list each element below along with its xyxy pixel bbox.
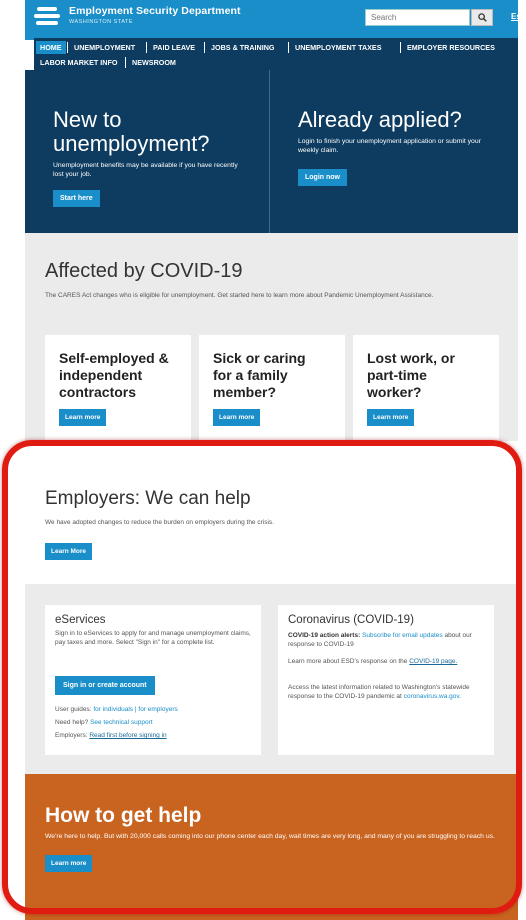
card-title-line: Sick or caring — [213, 350, 306, 366]
card-title-line: member? — [213, 384, 277, 400]
hero-title-line1: New to — [53, 107, 122, 132]
hero-new-to-unemployment: New to unemployment? Unemployment benefi… — [53, 108, 243, 207]
hero-already-applied: Already applied? Login to finish your un… — [298, 108, 498, 186]
card-title-line: for a family — [213, 367, 288, 383]
nav-divider — [125, 57, 126, 68]
hero-text: Login to finish your unemployment applic… — [298, 138, 481, 154]
card-title: Lost work, or part-time worker? — [367, 350, 455, 401]
card-title: Sick or caring for a family member? — [213, 350, 306, 401]
nav-divider — [288, 42, 289, 53]
search-button[interactable] — [471, 9, 493, 26]
hero-title-line2: unemployment? — [53, 131, 210, 156]
search-icon — [477, 13, 487, 22]
hero-text: Unemployment benefits may be available i… — [53, 162, 238, 178]
hero-title: Already applied? — [298, 107, 462, 132]
section-title: Affected by COVID-19 — [45, 260, 243, 282]
card-sick-or-caring[interactable]: Sick or caring for a family member? Lear… — [199, 335, 345, 441]
nav-item-home[interactable]: HOME — [36, 41, 66, 54]
state-name: WASHINGTON STATE — [69, 19, 134, 25]
card-lost-work[interactable]: Lost work, or part-time worker? Learn mo… — [353, 335, 499, 441]
card-title-line: contractors — [59, 384, 137, 400]
language-link[interactable]: Español — [511, 12, 526, 21]
card-title-line: part-time — [367, 367, 427, 383]
esd-logo-icon[interactable] — [34, 7, 60, 31]
search-input[interactable] — [365, 9, 470, 26]
hero-banner: New to unemployment? Unemployment benefi… — [25, 70, 518, 233]
nav-item-paid-leave[interactable]: PAID LEAVE — [149, 41, 199, 54]
nav-item-unemployment-taxes[interactable]: UNEMPLOYMENT TAXES — [291, 41, 386, 54]
nav-item-employer-resources[interactable]: EMPLOYER RESOURCES — [403, 41, 499, 54]
main-nav: HOME UNEMPLOYMENT PAID LEAVE JOBS & TRAI… — [34, 38, 518, 70]
nav-item-newsroom[interactable]: NEWSROOM — [128, 56, 180, 69]
covid-section: Affected by COVID-19 The CARES Act chang… — [25, 233, 518, 441]
learn-more-button[interactable]: Learn more — [367, 409, 415, 426]
nav-item-labor-market-info[interactable]: LABOR MARKET INFO — [36, 56, 121, 69]
card-title-line: independent — [59, 367, 143, 383]
department-name[interactable]: Employment Security Department — [69, 5, 241, 17]
learn-more-button[interactable]: Learn more — [59, 409, 107, 426]
highlight-annotation — [2, 440, 522, 914]
hero-divider — [269, 70, 270, 233]
section-subtitle: The CARES Act changes who is eligible fo… — [45, 292, 434, 299]
start-here-button[interactable]: Start here — [53, 190, 100, 207]
nav-item-jobs-training[interactable]: JOBS & TRAINING — [207, 41, 279, 54]
card-title-line: Self-employed & — [59, 350, 169, 366]
card-self-employed[interactable]: Self-employed & independent contractors … — [45, 335, 191, 441]
learn-more-button[interactable]: Learn more — [213, 409, 261, 426]
site-header: Employment Security Department WASHINGTO… — [25, 0, 526, 40]
nav-item-unemployment[interactable]: UNEMPLOYMENT — [70, 41, 139, 54]
nav-divider — [204, 42, 205, 53]
nav-divider — [146, 42, 147, 53]
card-title-line: worker? — [367, 384, 422, 400]
card-title-line: Lost work, or — [367, 350, 455, 366]
login-now-button[interactable]: Login now — [298, 169, 347, 186]
card-title: Self-employed & independent contractors — [59, 350, 169, 401]
nav-divider — [67, 42, 68, 53]
nav-divider — [400, 42, 401, 53]
